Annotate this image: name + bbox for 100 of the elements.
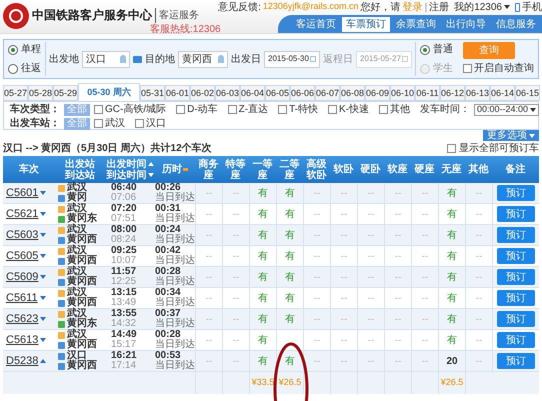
my-account-link[interactable]: 我的12306: [454, 0, 502, 14]
expand-arrow-icon[interactable]: [40, 338, 46, 342]
seat-availability: --: [422, 228, 428, 242]
checkbox[interactable]: [228, 105, 237, 114]
seat-availability: --: [422, 208, 428, 222]
date-tab[interactable]: 06-13: [465, 85, 490, 101]
book-button[interactable]: 预订: [497, 290, 535, 306]
radio-button[interactable]: [8, 64, 18, 74]
date-tab[interactable]: 06-09: [365, 85, 390, 101]
date-tab[interactable]: 05-27: [3, 85, 28, 101]
checkbox[interactable]: [278, 105, 288, 114]
seat-availability: --: [476, 270, 482, 284]
duration: 00:42: [155, 246, 181, 256]
checkbox[interactable]: [447, 144, 456, 152]
dropdown-caret-icon[interactable]: [530, 108, 536, 112]
seat-availability: 有: [447, 250, 457, 264]
checkbox[interactable]: [328, 105, 338, 114]
column-header: 硬卧: [360, 164, 380, 175]
station-name: 武汉: [67, 183, 87, 193]
filter-label: 武汉: [105, 116, 125, 131]
expand-arrow-icon[interactable]: [40, 317, 46, 321]
book-button[interactable]: 预订: [497, 332, 535, 348]
sort-descending-icon[interactable]: [148, 173, 154, 177]
expand-arrow-icon[interactable]: [40, 191, 46, 195]
station-name: 武汉: [67, 330, 87, 340]
train-number-link[interactable]: C5605: [6, 248, 38, 264]
checkbox[interactable]: [94, 105, 103, 114]
to-field[interactable]: 黄冈西: [178, 50, 228, 68]
filter-label: 其他: [390, 102, 410, 117]
checkbox[interactable]: [379, 105, 388, 114]
more-options-button[interactable]: 更多选项: [483, 130, 539, 141]
expand-arrow-icon[interactable]: [40, 275, 46, 279]
date-tab[interactable]: 05-31: [140, 85, 165, 101]
date-tab[interactable]: 06-10: [390, 85, 415, 101]
expand-arrow-icon[interactable]: [40, 233, 46, 237]
date-tab[interactable]: 06-12: [440, 85, 465, 101]
sort-ascending-icon[interactable]: [148, 162, 154, 166]
date-tab[interactable]: 06-04: [240, 85, 265, 101]
date-tab[interactable]: 05-30 周六: [78, 83, 140, 101]
book-button[interactable]: 预订: [497, 227, 535, 243]
book-button[interactable]: 预订: [497, 311, 535, 327]
date-tab[interactable]: 06-15: [515, 85, 540, 101]
nav-tab[interactable]: 信息服务: [492, 16, 540, 32]
radio-button[interactable]: [420, 44, 430, 54]
radio-button[interactable]: [8, 44, 18, 54]
train-number-link[interactable]: C5623: [6, 310, 38, 328]
nav-tab[interactable]: 客运首页: [292, 16, 340, 32]
book-button[interactable]: 预订: [497, 353, 535, 369]
date-tab[interactable]: 06-07: [315, 85, 340, 101]
book-button[interactable]: 预订: [497, 269, 535, 285]
train-number-link[interactable]: D5238: [6, 352, 38, 370]
collapse-arrow-icon[interactable]: [40, 359, 46, 363]
column-header: 硬座: [414, 164, 434, 175]
date-tab[interactable]: 05-28: [28, 85, 53, 101]
seat-availability: 有: [258, 312, 268, 326]
date-tab[interactable]: 06-01: [165, 85, 190, 101]
return-date-label: 返程日: [323, 52, 353, 66]
checkbox[interactable]: [176, 105, 186, 114]
date-tab[interactable]: 06-03: [215, 85, 240, 101]
nav-tab[interactable]: 出行向导: [442, 16, 490, 32]
duration: 00:34: [155, 288, 181, 298]
nav-tab[interactable]: 车票预订: [342, 16, 390, 32]
from-field[interactable]: 汉口: [82, 50, 130, 68]
station-name: 武汉: [67, 309, 87, 319]
train-number-link[interactable]: C5613: [6, 332, 38, 348]
register-link[interactable]: 注册: [429, 0, 450, 14]
date-tab[interactable]: 06-11: [415, 85, 440, 101]
date-tab[interactable]: 06-06: [290, 85, 315, 101]
seat-availability: --: [232, 312, 240, 326]
date-tab[interactable]: 06-14: [490, 85, 515, 101]
seat-availability: --: [340, 228, 348, 242]
checkbox[interactable]: [135, 119, 144, 128]
from-label: 出发地: [49, 52, 79, 66]
date-tab[interactable]: 06-02: [190, 85, 215, 101]
train-number-link[interactable]: C5621: [6, 206, 38, 222]
seat-availability: --: [232, 354, 240, 368]
checkbox[interactable]: [463, 64, 472, 73]
book-button[interactable]: 预订: [497, 206, 535, 222]
date-tab[interactable]: 06-08: [340, 85, 365, 101]
departure-time-select[interactable]: 00:00--24:00: [474, 104, 540, 116]
duration: 00:28: [155, 330, 181, 340]
mobile-link[interactable]: 手机: [522, 0, 542, 14]
column-header: 特等座: [224, 158, 246, 180]
expand-arrow-icon[interactable]: [40, 296, 46, 300]
book-button[interactable]: 预订: [497, 248, 535, 264]
book-button[interactable]: 预订: [497, 185, 535, 201]
date-tab[interactable]: 05-29: [53, 85, 78, 101]
date-tab[interactable]: 06-05: [265, 85, 290, 101]
checkbox[interactable]: [94, 119, 103, 128]
nav-tab[interactable]: 余票查询: [392, 16, 440, 32]
train-number-link[interactable]: C5603: [6, 226, 38, 244]
train-number-link[interactable]: C5601: [6, 184, 38, 202]
train-number-link[interactable]: C5611: [6, 290, 38, 306]
station-name: 黄冈西: [67, 361, 97, 371]
expand-arrow-icon[interactable]: [40, 212, 46, 216]
date-field[interactable]: 2015-05-30: [264, 50, 320, 68]
caret-icon[interactable]: [504, 5, 510, 9]
expand-arrow-icon[interactable]: [40, 254, 46, 258]
seat-availability: --: [232, 270, 240, 284]
train-number-link[interactable]: C5609: [6, 268, 38, 286]
